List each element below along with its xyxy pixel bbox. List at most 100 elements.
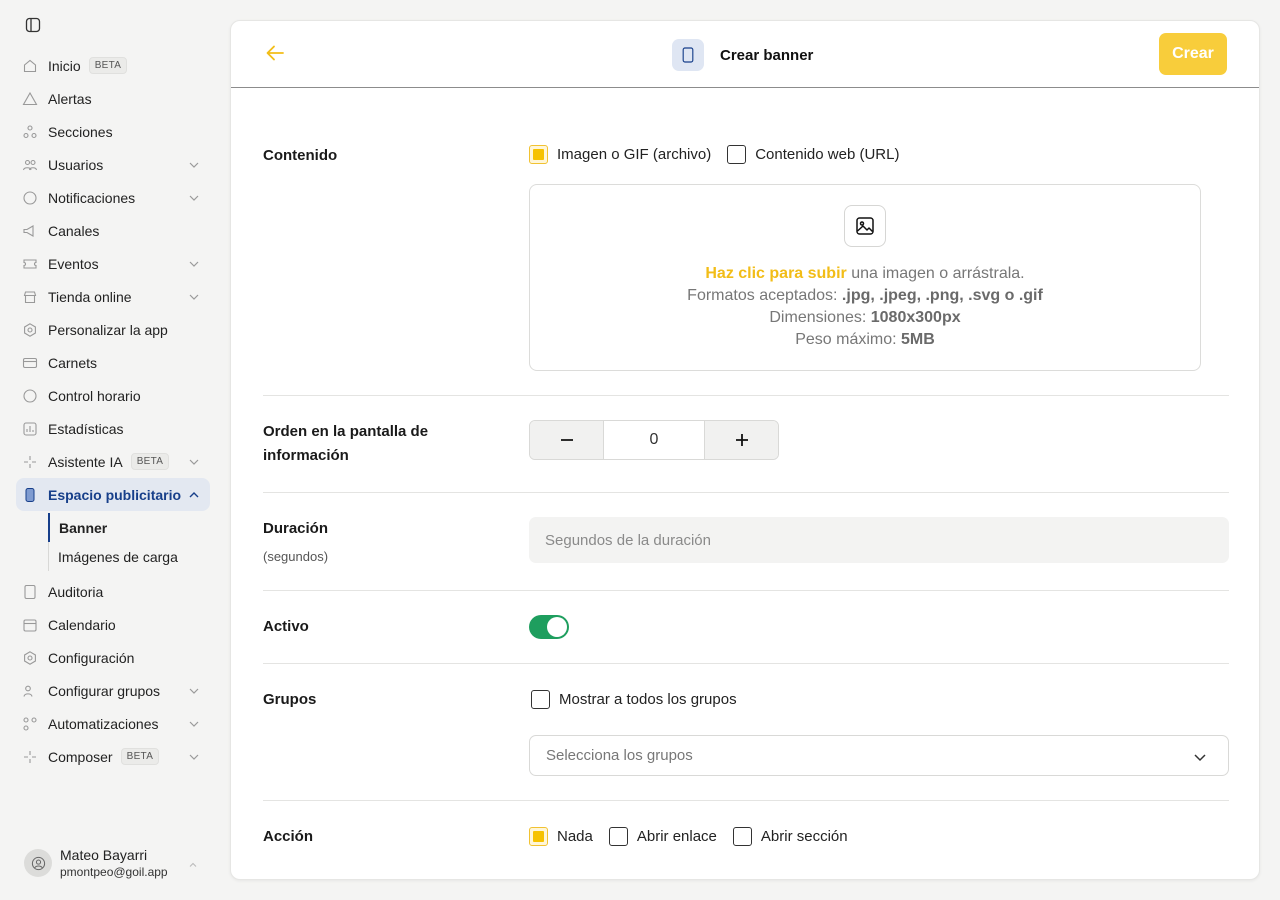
sidebar-item-calendario[interactable]: Calendario — [16, 608, 210, 641]
sidebar-item-label: Tienda online — [48, 288, 132, 305]
option-image-checkbox[interactable]: Imagen o GIF (archivo) — [529, 145, 711, 164]
option-seccion-checkbox[interactable]: Abrir sección — [732, 827, 848, 846]
sidebar-item-label: Carnets — [48, 354, 98, 371]
chevron-down-icon — [188, 191, 200, 203]
all-groups-checkbox[interactable]: Mostrar a todos los grupos — [531, 690, 737, 709]
checkbox-checked[interactable] — [529, 145, 548, 164]
duration-input[interactable] — [529, 517, 1229, 563]
dims-label: Dimensiones: — [769, 309, 871, 326]
option-web-checkbox[interactable]: Contenido web (URL) — [727, 145, 899, 164]
sidebar-item-tienda[interactable]: Tienda online — [16, 280, 210, 313]
sidebar-item-label: Usuarios — [48, 156, 104, 173]
back-arrow-icon[interactable] — [264, 43, 286, 63]
sidebar-item-notificaciones[interactable]: Notificaciones — [16, 181, 210, 214]
sidebar-item-label: Alertas — [48, 90, 92, 107]
sidebar-subitem-imagenes-de-carga[interactable]: Imágenes de carga — [49, 542, 210, 571]
weight-label: Peso máximo: — [795, 331, 902, 348]
card-icon — [22, 355, 38, 371]
sidebar-item-personalizar[interactable]: Personalizar la app — [16, 313, 210, 346]
option-web-label: Contenido web (URL) — [755, 146, 900, 163]
all-groups-label: Mostrar a todos los grupos — [559, 691, 737, 708]
groups-select[interactable]: Selecciona los grupos — [529, 735, 1229, 776]
sidebar-item-auditoria[interactable]: Auditoria — [16, 575, 210, 608]
checkbox-unchecked[interactable] — [727, 145, 747, 164]
sidebar-item-configurar-grupos[interactable]: Configurar grupos — [16, 674, 210, 707]
title-wrap: Crear banner — [672, 39, 813, 71]
create-button[interactable]: Crear — [1159, 33, 1227, 75]
home-icon — [22, 58, 38, 74]
option-nada-checkbox[interactable]: Nada — [529, 827, 593, 846]
avatar — [24, 849, 52, 877]
beta-badge: BETA — [88, 57, 128, 74]
sidebar-item-espacio-publicitario[interactable]: Espacio publicitario — [16, 478, 210, 511]
sidebar-item-carnets[interactable]: Carnets — [16, 346, 210, 379]
sidebar-item-usuarios[interactable]: Usuarios — [16, 148, 210, 181]
sidebar-item-label: Configurar grupos — [48, 682, 161, 699]
page-title: Crear banner — [720, 46, 814, 64]
user-email: pmontpeo@goil.app — [60, 865, 168, 879]
order-stepper: 0 — [529, 420, 779, 460]
sidebar-item-estadisticas[interactable]: Estadísticas — [16, 412, 210, 445]
sidebar-nav: Inicio BETA Alertas Secciones Usuarios N… — [16, 49, 210, 773]
option-image-label: Imagen o GIF (archivo) — [557, 146, 712, 163]
upload-dropzone[interactable]: Haz clic para subir una imagen o arrástr… — [529, 184, 1201, 371]
sidebar-item-composer[interactable]: Composer BETA — [16, 740, 210, 773]
beta-badge: BETA — [120, 748, 160, 765]
sidebar-item-label: Eventos — [48, 255, 99, 272]
chevron-up-icon — [188, 488, 200, 500]
accion-label: Acción — [263, 828, 314, 845]
sidebar-item-label: Secciones — [48, 123, 113, 140]
sidebar-item-automatizaciones[interactable]: Automatizaciones — [16, 707, 210, 740]
order-value[interactable]: 0 — [603, 421, 705, 459]
decrement-button[interactable] — [530, 421, 603, 459]
automation-icon — [22, 716, 38, 732]
banner-form: Contenido Imagen o GIF (archivo) Conteni… — [263, 88, 1229, 879]
page-header: Crear banner Crear — [231, 21, 1259, 88]
formats-value: .jpg, .jpeg, .png, .svg o .gif — [841, 287, 1043, 304]
sidebar-item-control[interactable]: Control horario — [16, 379, 210, 412]
active-toggle[interactable] — [529, 615, 569, 639]
chevron-down-icon — [188, 750, 200, 762]
sidebar-item-configuracion[interactable]: Configuración — [16, 641, 210, 674]
users-icon — [22, 157, 38, 173]
option-nada-label: Nada — [557, 828, 593, 845]
increment-button[interactable] — [705, 421, 778, 459]
sidebar-item-label: Estadísticas — [48, 420, 124, 437]
user-menu[interactable]: Mateo Bayarri pmontpeo@goil.app — [24, 846, 204, 880]
checkbox-checked[interactable] — [529, 827, 548, 846]
sidebar-item-secciones[interactable]: Secciones — [16, 115, 210, 148]
sidebar-toggle-icon[interactable] — [25, 17, 41, 33]
user-info: Mateo Bayarri pmontpeo@goil.app — [60, 847, 168, 879]
checkbox-unchecked[interactable] — [608, 827, 628, 846]
upload-link[interactable]: Haz clic para subir — [705, 265, 846, 282]
sidebar-item-label: Composer — [48, 748, 113, 765]
phone-icon — [672, 39, 704, 71]
sidebar-subitem-banner[interactable]: Banner — [48, 513, 210, 542]
checkbox-unchecked[interactable] — [531, 690, 550, 709]
group-icon — [22, 683, 38, 699]
sidebar-item-label: Automatizaciones — [48, 715, 159, 732]
sidebar-item-alertas[interactable]: Alertas — [16, 82, 210, 115]
sidebar: Inicio BETA Alertas Secciones Usuarios N… — [0, 0, 222, 900]
duracion-sublabel: (segundos) — [263, 549, 329, 564]
row-grupos: Grupos Mostrar a todos los grupos Selecc… — [263, 664, 1229, 801]
checkbox-unchecked[interactable] — [732, 827, 752, 846]
groups-select-placeholder: Selecciona los grupos — [546, 747, 693, 764]
row-contenido: Contenido Imagen o GIF (archivo) Conteni… — [263, 88, 1229, 396]
accion-options: Nada Abrir enlace Abrir sección — [529, 827, 864, 846]
option-enlace-checkbox[interactable]: Abrir enlace — [608, 827, 717, 846]
sidebar-item-label: Personalizar la app — [48, 321, 168, 338]
beta-badge: BETA — [130, 453, 170, 470]
stats-icon — [22, 421, 38, 437]
sidebar-item-canales[interactable]: Canales — [16, 214, 210, 247]
sidebar-item-eventos[interactable]: Eventos — [16, 247, 210, 280]
gear-icon — [22, 650, 38, 666]
toggle-knob — [547, 617, 567, 637]
sidebar-item-label: Auditoria — [48, 583, 104, 600]
sidebar-item-label: Canales — [48, 222, 100, 239]
sidebar-item-asistente[interactable]: Asistente IA BETA — [16, 445, 210, 478]
palette-icon — [22, 322, 38, 338]
user-name: Mateo Bayarri — [60, 847, 148, 863]
chevron-up-icon — [188, 857, 198, 867]
sidebar-item-inicio[interactable]: Inicio BETA — [16, 49, 210, 82]
